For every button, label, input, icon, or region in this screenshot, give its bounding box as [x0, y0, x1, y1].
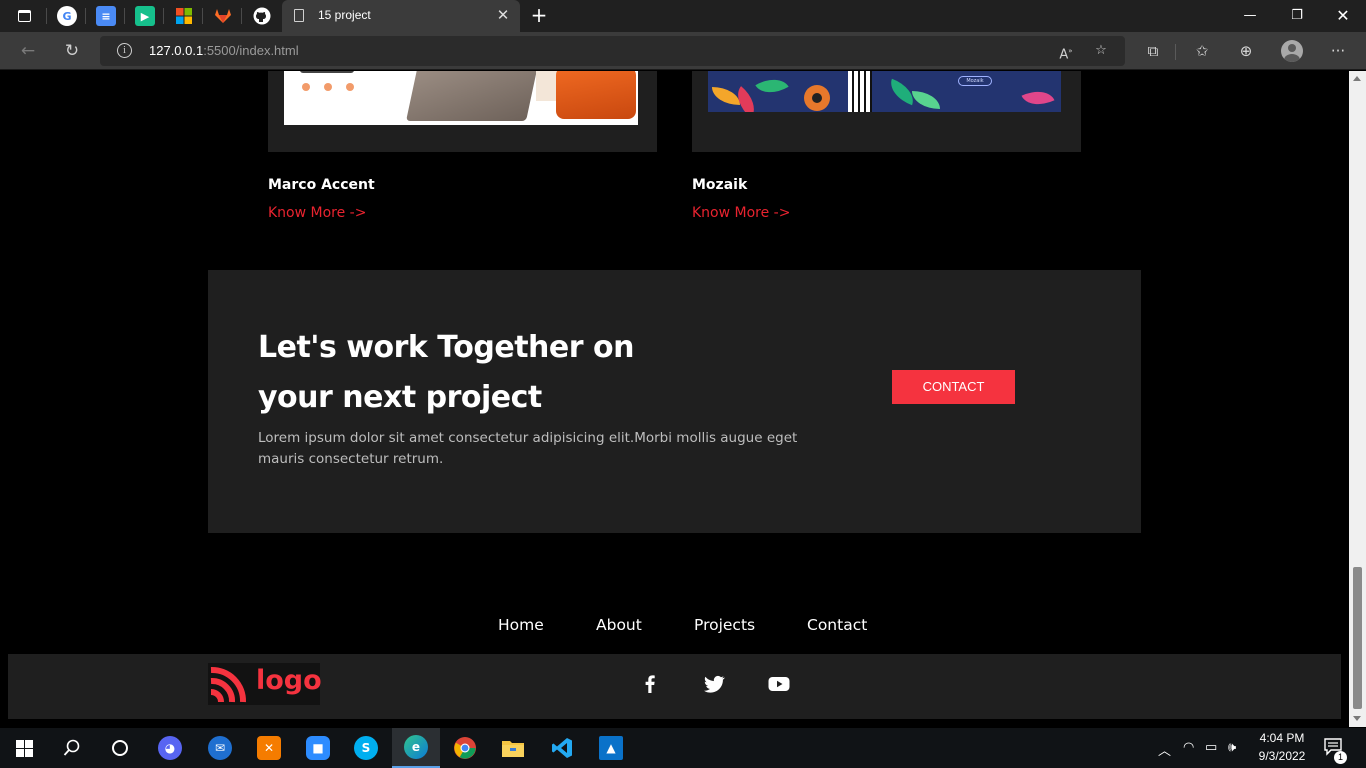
tab-15-project[interactable]: 15 project ✕	[282, 0, 520, 32]
know-more-link[interactable]: Know More ->	[268, 205, 366, 221]
file-explorer-icon[interactable]	[489, 728, 537, 768]
volume-icon[interactable]: 🕪	[1228, 740, 1236, 755]
scroll-down-icon[interactable]	[1353, 716, 1361, 721]
project-card-marco-accent[interactable]	[268, 71, 657, 152]
favorites-icon[interactable]: ✩	[1189, 38, 1215, 64]
browser-tab-bar: G ≡ ▶ 15 project ✕ + — ❐ ✕	[0, 0, 1366, 32]
discord-icon[interactable]: ◕	[146, 728, 194, 768]
clock-time[interactable]: 4:04 PM	[1252, 731, 1312, 745]
google-icon[interactable]: G	[57, 6, 77, 26]
page-icon	[294, 9, 304, 22]
search-icon[interactable]	[48, 728, 96, 768]
footer-nav-projects[interactable]: Projects	[694, 616, 755, 634]
logo[interactable]: logo	[208, 663, 322, 705]
tab-title: 15 project	[318, 8, 371, 22]
profile-avatar[interactable]	[1281, 40, 1303, 62]
project-title: Mozaik	[692, 177, 748, 193]
thunderbird-icon[interactable]: ✉	[196, 728, 244, 768]
cortana-icon[interactable]	[96, 728, 144, 768]
edge-icon[interactable]: e	[392, 728, 440, 768]
notification-count-badge: 1	[1334, 751, 1347, 764]
photos-icon[interactable]: ▲	[587, 728, 635, 768]
read-aloud-icon[interactable]: A»	[1055, 41, 1077, 62]
browser-toolbar: ← ↻ i 127.0.0.1:5500/index.html A» ☆ ⧉ ✩…	[0, 32, 1366, 70]
page-scrollbar[interactable]	[1349, 71, 1366, 727]
url-text[interactable]: 127.0.0.1:5500/index.html	[149, 43, 299, 58]
docs-icon[interactable]: ≡	[96, 6, 116, 26]
cta-heading: Let's work Together on your next project	[258, 330, 634, 415]
back-arrow-icon[interactable]: ←	[14, 38, 42, 64]
footer-bar: logo	[8, 654, 1341, 719]
address-bar[interactable]: i 127.0.0.1:5500/index.html A» ☆	[100, 36, 1125, 66]
contact-button[interactable]: CONTACT	[892, 370, 1015, 404]
new-tab-icon[interactable]: +	[528, 4, 550, 26]
battery-icon[interactable]: ▭	[1205, 740, 1217, 755]
footer-nav-about[interactable]: About	[596, 616, 642, 634]
know-more-link[interactable]: Know More ->	[692, 205, 790, 221]
footer-nav-contact[interactable]: Contact	[807, 616, 867, 634]
twitter-icon[interactable]	[702, 672, 726, 696]
project-thumbnail: Mozaik	[708, 71, 1061, 112]
collections-icon[interactable]: ⊕	[1233, 38, 1259, 64]
zoom-icon[interactable]: ■	[294, 728, 342, 768]
windows-taskbar: ◕ ✉ ✕ ■ S e ▲ ︿ ◠ ▭ 🕪 4:04 PM 9/3/2022 1	[0, 728, 1366, 768]
windows-start-icon[interactable]	[0, 728, 48, 768]
chrome-icon[interactable]	[441, 728, 489, 768]
project-card-mozaik[interactable]: Mozaik	[692, 71, 1081, 152]
page-viewport: Mozaik Marco Accent Know More -> Mozaik …	[0, 71, 1349, 727]
youtube-icon[interactable]	[767, 672, 791, 696]
minimize-icon[interactable]: —	[1235, 4, 1265, 28]
vscode-icon[interactable]	[538, 728, 586, 768]
close-tab-icon[interactable]: ✕	[494, 6, 512, 24]
scrollbar-thumb[interactable]	[1353, 567, 1362, 709]
more-menu-icon[interactable]: ···	[1325, 38, 1351, 64]
play-icon[interactable]: ▶	[135, 6, 155, 26]
window-close-icon[interactable]: ✕	[1328, 4, 1358, 28]
gitlab-icon[interactable]	[213, 6, 233, 26]
microsoft-icon[interactable]	[174, 6, 194, 26]
refresh-icon[interactable]: ↻	[58, 38, 86, 64]
restore-icon[interactable]: ❐	[1282, 4, 1312, 28]
logo-text: logo	[256, 665, 322, 696]
scroll-up-icon[interactable]	[1353, 76, 1361, 81]
site-info-icon[interactable]: i	[117, 43, 132, 58]
footer-nav-home[interactable]: Home	[498, 616, 544, 634]
project-title: Marco Accent	[268, 177, 375, 193]
wifi-icon[interactable]: ◠	[1183, 740, 1194, 755]
tab-actions-icon[interactable]	[14, 6, 34, 26]
cta-description: Lorem ipsum dolor sit amet consectetur a…	[258, 430, 798, 467]
rss-logo-icon	[210, 666, 247, 703]
show-hidden-icons-icon[interactable]: ︿	[1158, 740, 1171, 759]
facebook-icon[interactable]	[638, 672, 662, 696]
project-thumbnail	[284, 71, 638, 125]
clock-date[interactable]: 9/3/2022	[1252, 749, 1312, 763]
skype-icon[interactable]: S	[342, 728, 390, 768]
xampp-icon[interactable]: ✕	[245, 728, 293, 768]
github-icon[interactable]	[252, 6, 272, 26]
cta-section: Let's work Together on your next project…	[208, 270, 1141, 533]
add-favorite-icon[interactable]: ☆	[1090, 41, 1112, 61]
extensions-icon[interactable]: ⧉	[1140, 38, 1166, 64]
